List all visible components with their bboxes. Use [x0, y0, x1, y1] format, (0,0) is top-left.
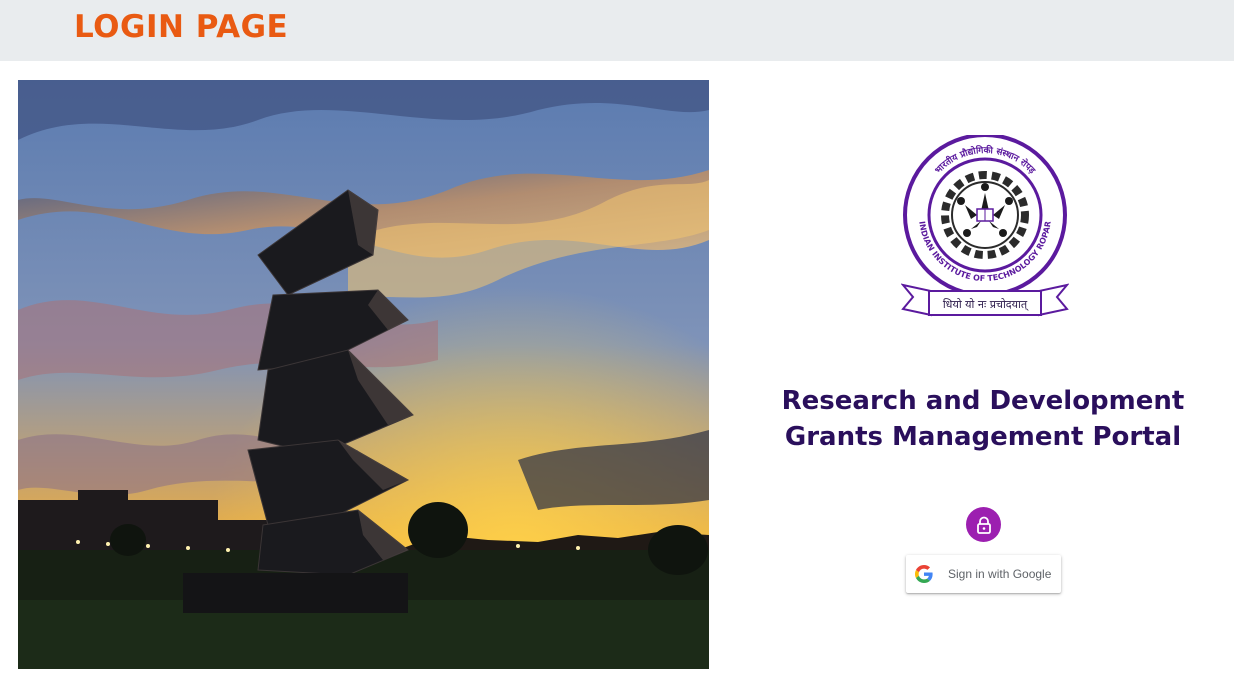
google-g-icon — [915, 565, 933, 583]
iit-ropar-logo: भारतीय प्रौद्योगिकी संस्थान रोपड़ INDIAN… — [900, 133, 1070, 321]
hero-image — [18, 80, 709, 669]
login-panel: भारतीय प्रौद्योगिकी संस्थान रोपड़ INDIAN… — [709, 61, 1234, 693]
google-sign-in-button[interactable]: Sign in with Google — [906, 555, 1061, 593]
lock-icon — [966, 507, 1001, 542]
portal-title: Research and Development Grants Manageme… — [709, 383, 1234, 455]
portal-title-line-2: Grants Management Portal — [784, 422, 1182, 452]
portal-title-line-1: Research and Development — [781, 386, 1185, 416]
google-sign-in-label: Sign in with Google — [948, 567, 1052, 581]
svg-text:धियो यो नः प्रचोदयात्: धियो यो नः प्रचोदयात् — [943, 298, 1029, 311]
top-bar: LOGIN PAGE — [0, 0, 1234, 61]
page-title: LOGIN PAGE — [74, 9, 289, 45]
